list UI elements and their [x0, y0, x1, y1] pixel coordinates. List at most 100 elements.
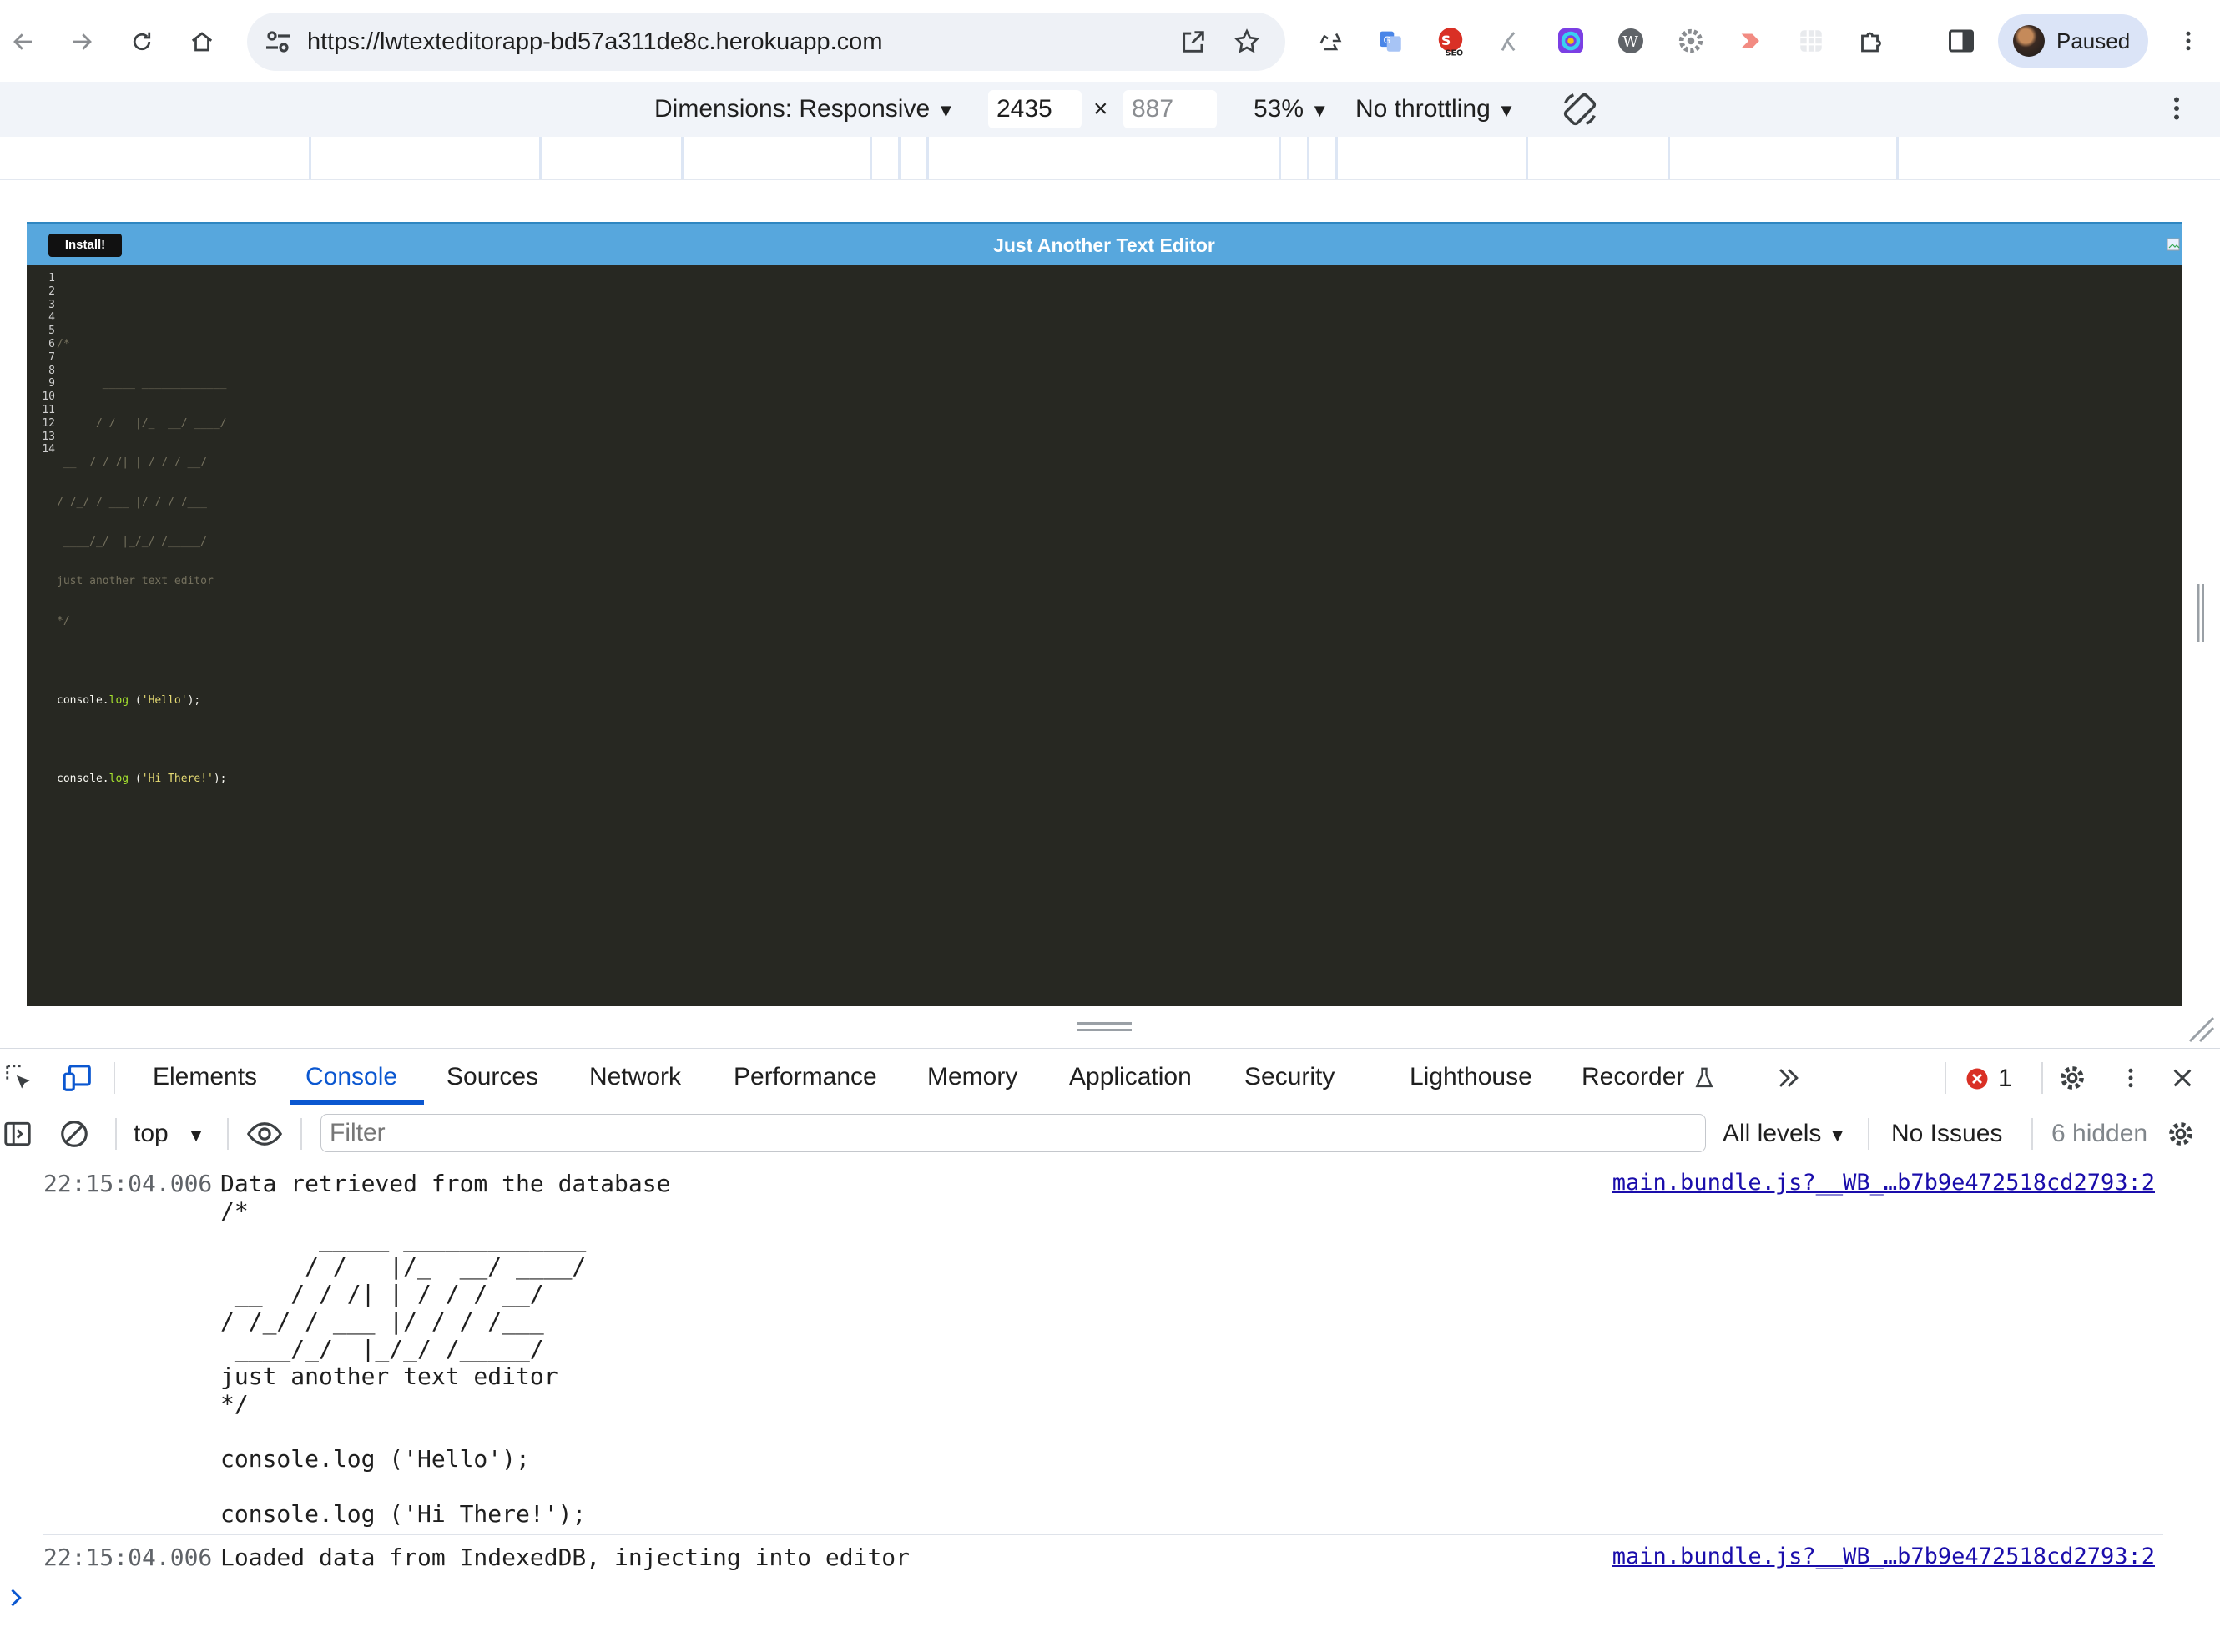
media-query-marker[interactable]	[870, 137, 872, 179]
seo-icon[interactable]: S SEO	[1432, 23, 1469, 59]
media-query-marker[interactable]	[926, 137, 929, 179]
pen-icon[interactable]	[1492, 23, 1529, 59]
reload-button[interactable]	[119, 18, 165, 65]
line-number: 7	[48, 350, 55, 364]
svg-text:G: G	[1384, 34, 1391, 46]
error-count: 1	[1998, 1065, 2012, 1092]
profile-button[interactable]: Paused	[1998, 14, 2148, 68]
tab-sources[interactable]: Sources	[447, 1049, 538, 1106]
code-line: __ / / /| | / / / __/	[57, 456, 208, 470]
browser-menu-icon[interactable]	[2170, 23, 2207, 59]
tab-memory[interactable]: Memory	[927, 1049, 1017, 1106]
divider	[115, 1118, 117, 1150]
viewport-height-resize-handle[interactable]	[1077, 1021, 1132, 1033]
settings-gear-icon[interactable]	[2055, 1060, 2090, 1095]
issues-button[interactable]: No Issues	[1891, 1106, 2002, 1161]
gear-extension-icon[interactable]	[1673, 23, 1709, 59]
flask-icon	[1692, 1065, 1717, 1090]
context-selector[interactable]: top ▼	[134, 1106, 205, 1163]
dimensions-dropdown[interactable]: Dimensions: Responsive ▼	[654, 82, 955, 139]
site-info-icon[interactable]	[260, 24, 295, 59]
tab-application[interactable]: Application	[1069, 1049, 1192, 1106]
code-token: log	[108, 773, 129, 786]
code-token: (	[129, 773, 142, 786]
device-toolbar-toggle-icon[interactable]	[60, 1060, 95, 1095]
media-query-marker[interactable]	[1307, 137, 1309, 179]
media-query-marker[interactable]	[1526, 137, 1528, 179]
media-query-marker[interactable]	[309, 137, 311, 179]
arrow-extension-icon[interactable]	[1733, 23, 1769, 59]
tab-lighthouse[interactable]: Lighthouse	[1410, 1049, 1532, 1106]
device-toolbar-more-icon[interactable]	[2162, 93, 2192, 123]
media-query-marker[interactable]	[1896, 137, 1899, 179]
open-in-new-window-icon[interactable]	[1175, 23, 1212, 60]
divider	[227, 1118, 229, 1150]
dimensions-label: Dimensions: Responsive	[654, 95, 931, 123]
app-header: Just Another Text Editor Install!	[27, 222, 2182, 265]
log-levels-dropdown[interactable]: All levels ▼	[1723, 1106, 1847, 1163]
inspect-element-icon[interactable]	[2, 1060, 37, 1095]
svg-text:W: W	[1622, 33, 1638, 51]
code-line: console.log ('Hello');	[57, 694, 227, 708]
console-toolbar: top ▼ Filter All levels ▼ No Issues 6 hi…	[0, 1106, 2220, 1162]
tab-console[interactable]: Console	[305, 1049, 397, 1106]
media-query-marker[interactable]	[1279, 137, 1281, 179]
sidebar-toggle-icon[interactable]	[2, 1118, 33, 1150]
tab-performance[interactable]: Performance	[734, 1049, 877, 1106]
url-text[interactable]: https://lwtexteditorapp-bd57a311de8c.her…	[307, 13, 882, 71]
devtools-menu-icon[interactable]	[2113, 1060, 2148, 1095]
zoom-dropdown[interactable]: 53% ▼	[1254, 82, 1329, 139]
code-editor[interactable]: 1234567891011121314 ​ /* _____ _________…	[27, 267, 2182, 1006]
tab-network[interactable]: Network	[589, 1049, 681, 1106]
media-query-marker[interactable]	[539, 137, 542, 179]
app-title: Just Another Text Editor	[993, 234, 1215, 256]
viewport-width-resize-handle[interactable]	[2197, 584, 2204, 642]
throttling-dropdown[interactable]: No throttling ▼	[1355, 82, 1516, 139]
clear-console-icon[interactable]	[58, 1118, 90, 1150]
home-button[interactable]	[179, 18, 225, 65]
console-settings-gear-icon[interactable]	[2165, 1118, 2197, 1150]
address-bar[interactable]: https://lwtexteditorapp-bd57a311de8c.her…	[247, 13, 1285, 71]
live-expression-eye-icon[interactable]	[245, 1116, 284, 1151]
error-counter[interactable]: 1	[1965, 1065, 2012, 1093]
console-prompt-chevron-icon[interactable]	[8, 1587, 25, 1609]
tab-elements[interactable]: Elements	[153, 1049, 257, 1106]
close-devtools-icon[interactable]	[2165, 1060, 2200, 1095]
media-query-ruler[interactable]	[0, 137, 2220, 180]
message-text: Data retrieved from the database /* ____…	[220, 1170, 671, 1528]
translate-icon[interactable]: G	[1372, 23, 1409, 59]
divider	[2041, 1062, 2043, 1094]
message-source-link[interactable]: main.bundle.js?__WB_…b7b9e472518cd2793:2	[1612, 1170, 2155, 1196]
more-tabs-chevron-icon[interactable]	[1771, 1060, 1806, 1095]
rotate-icon[interactable]	[1561, 90, 1599, 128]
divider	[114, 1062, 115, 1094]
side-panel-icon[interactable]	[1943, 23, 1980, 59]
width-input[interactable]: 2435	[988, 90, 1082, 128]
viewport-corner-resize-handle[interactable]	[2187, 1015, 2215, 1043]
install-button[interactable]: Install!	[48, 234, 122, 257]
media-query-marker[interactable]	[898, 137, 901, 179]
divider	[2031, 1118, 2033, 1150]
media-query-marker[interactable]	[1335, 137, 1338, 179]
recycle-icon[interactable]	[1312, 23, 1349, 59]
filter-input[interactable]: Filter	[320, 1114, 1706, 1152]
media-query-marker[interactable]	[1668, 137, 1670, 179]
bookmark-star-icon[interactable]	[1229, 23, 1265, 60]
code-line: */	[57, 614, 70, 627]
home-icon	[189, 29, 214, 54]
back-button[interactable]	[0, 18, 47, 65]
grid-extension-icon[interactable]	[1793, 23, 1829, 59]
puzzle-icon[interactable]	[1853, 23, 1890, 59]
line-number: 11	[42, 403, 55, 416]
media-query-marker[interactable]	[681, 137, 684, 179]
code-content[interactable]: ​ /* _____ _____________ / / |/_ __/ ___…	[57, 272, 227, 852]
code-token: (	[129, 693, 142, 707]
colorzilla-icon[interactable]	[1552, 23, 1589, 59]
message-source-link[interactable]: main.bundle.js?__WB_…b7b9e472518cd2793:2	[1612, 1544, 2155, 1569]
tab-security[interactable]: Security	[1244, 1049, 1335, 1106]
divider	[1945, 1062, 1946, 1094]
wordpress-icon[interactable]: W	[1612, 23, 1649, 59]
height-input[interactable]: 887	[1123, 90, 1217, 128]
tab-recorder[interactable]: Recorder	[1582, 1049, 1717, 1106]
forward-button[interactable]	[58, 18, 105, 65]
